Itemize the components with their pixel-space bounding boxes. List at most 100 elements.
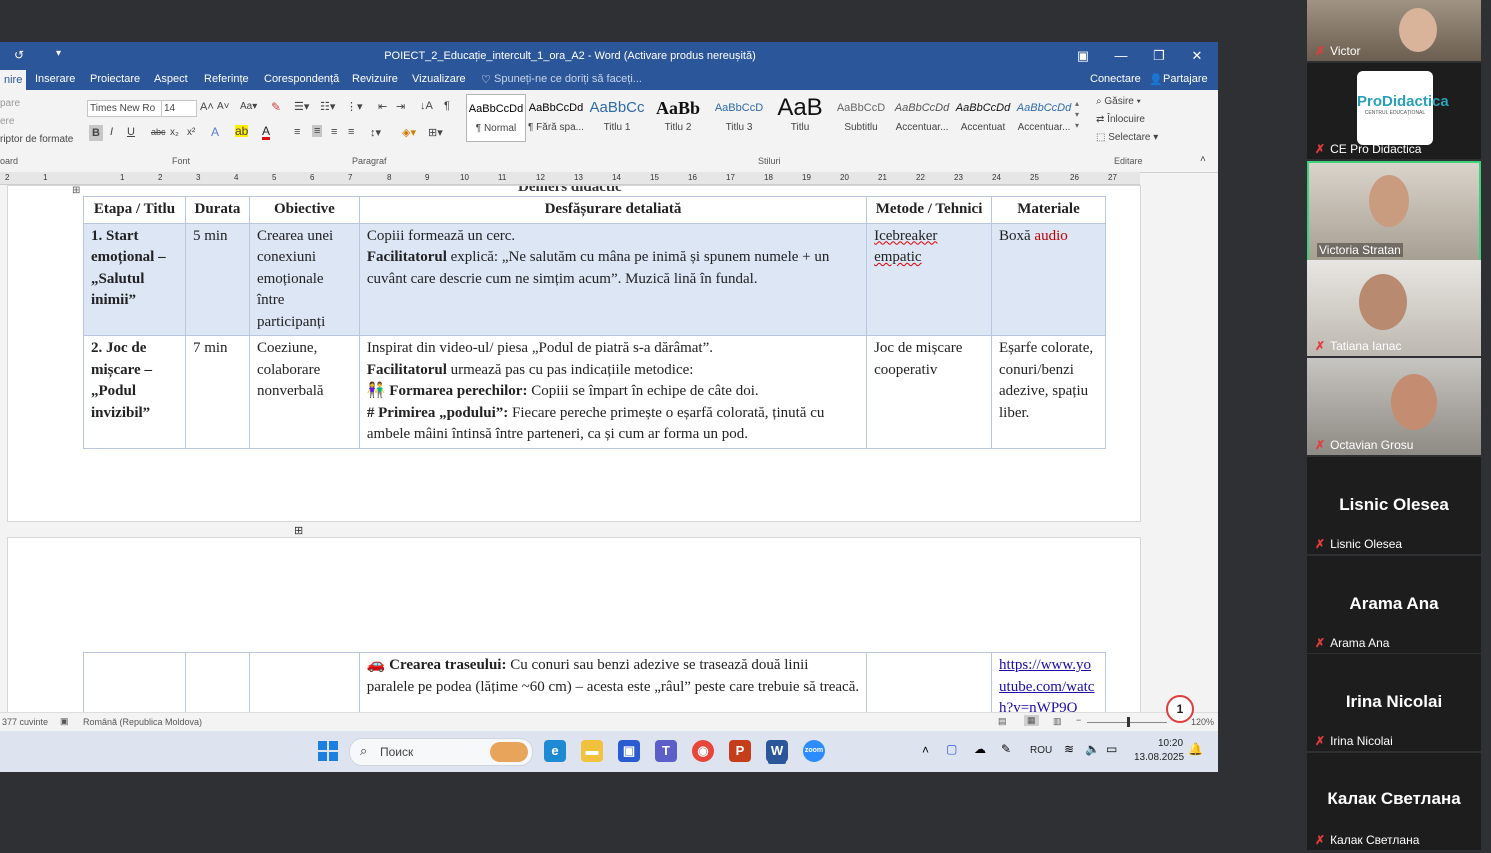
store-icon[interactable]: ▣	[618, 740, 640, 762]
youtube-link[interactable]: https://www.youtube.com/watch?v=nWP9Q	[999, 657, 1094, 713]
bold-button[interactable]: B	[89, 125, 103, 141]
participant-tile-active-speaker[interactable]: Victoria Stratan	[1307, 161, 1481, 262]
zoom-slider-thumb[interactable]	[1127, 717, 1130, 727]
cell-desfasurare[interactable]: 🚗 Crearea traseului: Cu conuri sau benzi…	[358, 652, 868, 713]
taskbar-search[interactable]: ⌕ Поиск	[349, 738, 533, 766]
tab-design[interactable]: Proiectare	[90, 73, 140, 85]
style-emphasis[interactable]: AaBbCcDd Accentuat	[954, 94, 1012, 140]
participant-tile[interactable]: Arama Ana ✗ Arama Ana	[1307, 556, 1481, 653]
style-heading-2[interactable]: AaBb Titlu 2	[649, 94, 707, 140]
participant-tile[interactable]: ✗ Victor	[1307, 0, 1481, 61]
multilevel-list-button[interactable]: ⋮▾	[346, 100, 363, 113]
replace-button[interactable]: ⇄ Înlocuire	[1096, 114, 1145, 125]
share-button[interactable]: Partajare	[1163, 73, 1208, 85]
font-color-button[interactable]: A	[262, 125, 271, 140]
strikethrough-button[interactable]: abc	[151, 127, 166, 137]
cell-durata[interactable]	[184, 652, 250, 713]
edge-icon[interactable]: e	[544, 740, 566, 762]
language-status[interactable]: Română (Republica Moldova)	[83, 717, 202, 727]
start-button[interactable]	[318, 741, 338, 761]
document-page-1[interactable]: Demers didactic ⊞ Etapa / Titlu Durata O…	[7, 185, 1141, 522]
tray-cloud-icon[interactable]: ☁	[974, 742, 986, 756]
clock-time[interactable]: 10:20	[1158, 738, 1183, 749]
tab-references[interactable]: Referințe	[204, 73, 249, 85]
numbering-button[interactable]: ☷▾	[320, 100, 335, 113]
grow-font-button[interactable]: A˄	[200, 101, 214, 113]
cell-obiective[interactable]: Crearea unei conexiuni emoționale între …	[248, 222, 360, 336]
word-count[interactable]: 377 cuvinte	[2, 717, 48, 727]
tab-home[interactable]: nire	[0, 70, 27, 90]
style-no-spacing[interactable]: AaBbCcDd ¶ Fără spa...	[527, 94, 585, 140]
borders-button[interactable]: ⊞▾	[428, 126, 443, 139]
web-layout-icon[interactable]: ▥	[1053, 716, 1062, 727]
cell-durata[interactable]: 7 min	[184, 335, 250, 449]
style-intense-emphasis[interactable]: AaBbCcDd Accentuar...	[1015, 94, 1073, 140]
cell-obiective[interactable]: Coeziune, colaborare nonverbală	[248, 335, 360, 449]
tab-mailings[interactable]: Corespondență	[264, 73, 339, 85]
file-explorer-icon[interactable]: ▬	[581, 740, 603, 762]
read-mode-icon[interactable]: ▤	[998, 716, 1007, 727]
increase-indent-button[interactable]: ⇥	[396, 100, 405, 113]
cell-materiale[interactable]: Eșarfe colorate, conuri/benzi adezive, s…	[991, 335, 1106, 449]
page-break-handle[interactable]: ⊞	[294, 524, 303, 537]
clock-date[interactable]: 13.08.2025	[1134, 752, 1184, 763]
notification-badge[interactable]: 1	[1166, 695, 1194, 723]
highlight-button[interactable]: ab	[235, 125, 249, 137]
cell-metode[interactable]: Icebreaker empatic	[866, 222, 992, 336]
style-normal[interactable]: AaBbCcDd ¶ Normal	[466, 94, 526, 142]
tab-review[interactable]: Revizuire	[352, 73, 398, 85]
notifications-bell-icon[interactable]: 🔔	[1188, 742, 1203, 756]
cell-etapa[interactable]: 1. Start emoțional – „Salutul inimii”	[83, 222, 186, 336]
style-heading-1[interactable]: AaBbCc Titlu 1	[588, 94, 646, 140]
subscript-button[interactable]: x₂	[170, 127, 179, 138]
cell-materiale[interactable]: https://www.youtube.com/watch?v=nWP9Q	[991, 652, 1106, 713]
volume-icon[interactable]: 🔈	[1085, 742, 1100, 756]
table-move-handle[interactable]: ⊞	[72, 186, 80, 196]
cell-etapa[interactable]	[83, 652, 186, 713]
change-case-button[interactable]: Aa▾	[240, 101, 257, 112]
style-title[interactable]: AaB Titlu	[771, 94, 829, 140]
restore-button[interactable]: ❐	[1144, 46, 1174, 66]
collapse-ribbon-icon[interactable]: ˄	[1200, 154, 1206, 165]
tab-view[interactable]: Vizualizare	[412, 73, 466, 85]
cell-metode[interactable]	[866, 652, 993, 713]
superscript-button[interactable]: x²	[187, 127, 195, 138]
bullets-button[interactable]: ☰▾	[294, 100, 309, 113]
print-layout-icon[interactable]: ▦	[1024, 715, 1039, 726]
tab-insert[interactable]: Inserare	[35, 73, 75, 85]
copy-button[interactable]: ere	[0, 116, 14, 127]
powerpoint-icon[interactable]: P	[729, 740, 751, 762]
zoom-out-button[interactable]: −	[1076, 715, 1081, 725]
cell-etapa[interactable]: 2. Joc de mișcare – „Podul invizibil”	[83, 335, 186, 449]
align-left-button[interactable]: ≡	[294, 126, 300, 138]
text-effects-button[interactable]: A	[211, 125, 219, 139]
chrome-icon[interactable]: ◉	[692, 740, 714, 762]
italic-button[interactable]: I	[110, 126, 113, 138]
wifi-icon[interactable]: ≋	[1064, 742, 1074, 756]
font-size-select[interactable]: 14	[161, 100, 197, 117]
format-painter-button[interactable]: riptor de formate	[0, 134, 73, 145]
justify-button[interactable]: ≡	[348, 126, 354, 138]
participant-tile[interactable]: Калак Светлана ✗ Калак Светлана	[1307, 753, 1481, 850]
shrink-font-button[interactable]: A˅	[217, 101, 230, 112]
line-spacing-button[interactable]: ↕▾	[370, 126, 381, 139]
style-subtitle[interactable]: AaBbCcD Subtitlu	[832, 94, 890, 140]
input-language[interactable]: ROU	[1030, 745, 1052, 756]
ribbon-display-icon[interactable]: ▣	[1068, 46, 1098, 66]
document-page-2[interactable]: 🚗 Crearea traseului: Cu conuri sau benzi…	[7, 537, 1141, 714]
cell-obiective[interactable]	[248, 652, 360, 713]
tell-me-box[interactable]: Spuneți-ne ce doriți să faceți...	[494, 73, 642, 85]
tray-app-icon[interactable]: ▢	[946, 742, 957, 756]
teams-icon[interactable]: T	[655, 740, 677, 762]
participant-tile[interactable]: ✗ Tatiana Ianac	[1307, 260, 1481, 356]
shading-button[interactable]: ◈▾	[402, 126, 416, 139]
find-button[interactable]: ⌕ Găsire ▾	[1096, 96, 1141, 107]
align-center-button[interactable]: ≡	[312, 125, 323, 137]
word-icon[interactable]: W	[766, 740, 788, 762]
underline-button[interactable]: U	[127, 126, 135, 138]
tray-expand-icon[interactable]: ˄	[922, 743, 929, 757]
tray-network-app-icon[interactable]: ✎	[1001, 742, 1011, 756]
battery-icon[interactable]: ▭	[1106, 742, 1117, 756]
show-marks-button[interactable]: ¶	[444, 100, 450, 112]
participant-tile[interactable]: ProDidactica CENTRUL EDUCAȚIONAL ✗ CE Pro…	[1307, 63, 1481, 159]
